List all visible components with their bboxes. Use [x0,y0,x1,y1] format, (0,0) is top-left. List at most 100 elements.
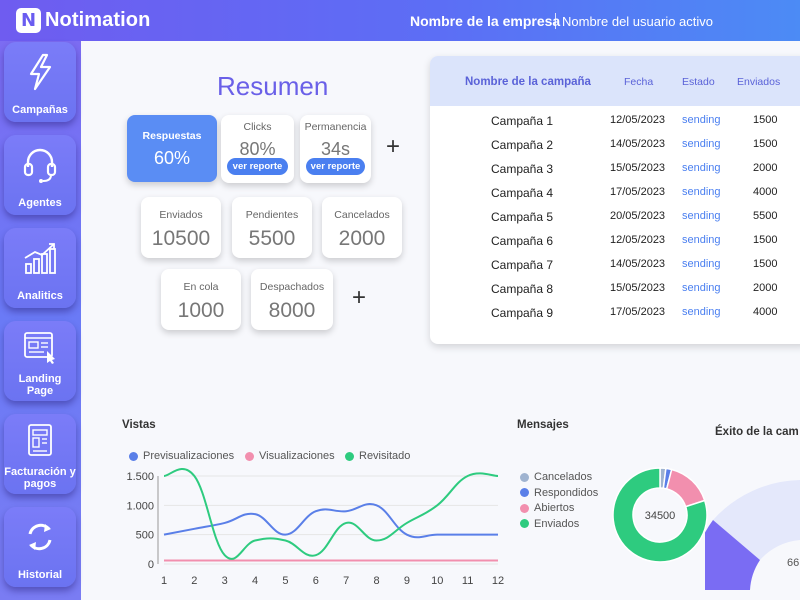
legend-previsualizaciones[interactable]: Previsualizaciones [129,450,234,462]
lightning-icon [4,52,76,92]
legend-label: Cancelados [534,471,593,483]
pendientes-value: 5500 [248,227,296,250]
sidebar-item-label: Campañas [12,104,68,116]
legend-label: Enviados [534,517,580,530]
x-tick-label: 9 [404,575,410,587]
campaign-name-cell: Campaña 1 [491,114,554,128]
permanencia-report-button[interactable]: ver reporte [306,158,365,175]
webpage-icon [4,327,76,367]
sidebar-item-historial[interactable]: Historial [4,507,76,587]
x-tick-label: 12 [492,575,504,587]
campaign-table: Nombre de la campaña Fecha Estado Enviad… [430,56,800,344]
campaign-name-cell: Campaña 9 [491,306,554,320]
campaign-date-cell: 20/05/2023 [610,210,666,222]
campaign-sent-cell: 1500 [753,114,778,126]
legend-dot-icon [520,488,529,497]
legend-respondidos[interactable]: Respondidos [520,487,598,499]
campaign-name-cell: Campaña 2 [491,138,554,152]
sidebar: Campañas Agentes Analitics Landing Page … [0,41,81,600]
campaign-date-cell: 17/05/2023 [610,306,666,318]
company-name: Nombre de la empresa [410,13,561,29]
table-row[interactable]: Campaña 1 12/05/2023 sending 1500 [430,114,800,138]
table-row[interactable]: Campaña 8 15/05/2023 sending 2000 [430,282,800,306]
legend-cancelados[interactable]: Cancelados [520,471,592,483]
legend-abiertos[interactable]: Abiertos [520,502,574,514]
legend-dot-icon [245,451,254,461]
table-row[interactable]: Campaña 5 20/05/2023 sending 5500 [430,210,800,234]
exito-value-fragment: 66 [787,557,799,569]
en-cola-label: En cola [183,281,219,293]
table-row[interactable]: Campaña 4 17/05/2023 sending 4000 [430,186,800,210]
campaign-sent-cell: 2000 [753,282,778,294]
series-line-revisitado [163,468,499,560]
x-tick-label: 2 [191,575,197,587]
enviados-value: 10500 [151,227,211,250]
sidebar-item-landing-page[interactable]: Landing Page [4,321,76,401]
table-row[interactable]: Campaña 9 17/05/2023 sending 4000 [430,306,800,330]
campaign-state-cell: sending [682,306,721,318]
y-tick-label: 1.500 [126,471,154,483]
permanencia-card: Permanencia 34s ver reporte [300,115,371,183]
campaign-state-cell: sending [682,162,721,174]
invoice-icon [4,420,76,460]
app-logo[interactable]: N Notimation [16,8,150,33]
table-row[interactable]: Campaña 3 15/05/2023 sending 2000 [430,162,800,186]
table-row[interactable]: Campaña 6 12/05/2023 sending 1500 [430,234,800,258]
table-row[interactable]: Campaña 2 14/05/2023 sending 1500 [430,138,800,162]
active-user-name[interactable]: Nombre del usuario activo [562,14,713,29]
sidebar-item-label: Facturación y pagos [4,466,76,490]
table-header: Nombre de la campaña Fecha Estado Enviad… [430,56,800,106]
legend-label: Previsualizaciones [143,450,235,462]
campaign-state-cell: sending [682,234,721,246]
add-metric-plus-icon[interactable]: + [386,135,400,159]
legend-dot-icon [520,503,529,513]
vistas-line-chart: 05001.0001.5001 2 3 4 5 6 7 8 9 10 11 12 [126,468,504,587]
x-tick-label: 11 [462,575,473,587]
y-tick-label: 500 [136,530,154,542]
column-header-name[interactable]: Nombre de la campaña [465,76,591,88]
respuestas-value: 60% [153,148,191,168]
campaign-sent-cell: 5500 [753,210,778,222]
legend-dot-icon [129,451,138,461]
sidebar-item-label: Landing Page [18,373,62,397]
campaign-state-cell: sending [682,138,721,150]
legend-label: Respondidos [534,486,599,499]
table-row[interactable]: Campaña 7 14/05/2023 sending 1500 [430,258,800,282]
permanencia-value: 34s [320,139,351,159]
sidebar-item-analitics[interactable]: Analitics [4,228,76,308]
legend-enviados[interactable]: Enviados [520,518,579,530]
clicks-report-button[interactable]: ver reporte [227,158,288,175]
x-tick-label: 3 [222,575,228,587]
campaign-state-cell: sending [682,210,721,222]
exito-title: Éxito de la cam [715,426,799,438]
respuestas-card[interactable]: Respuestas 60% [127,115,217,182]
legend-revisitado[interactable]: Revisitado [345,450,410,462]
clicks-value: 80% [239,139,276,159]
campaign-date-cell: 12/05/2023 [610,114,666,126]
pendientes-label: Pendientes [245,209,299,221]
legend-label: Revisitado [359,450,411,462]
x-tick-label: 4 [252,575,258,587]
sidebar-item-facturacion[interactable]: Facturación y pagos [4,414,76,494]
column-header-sent[interactable]: Enviados [737,76,780,88]
legend-dot-icon [520,519,529,528]
respuestas-label: Respuestas [142,130,202,142]
permanencia-label: Permanencia [304,121,367,133]
campaign-date-cell: 12/05/2023 [610,234,666,246]
campaign-sent-cell: 1500 [753,138,778,150]
campaign-date-cell: 15/05/2023 [610,282,666,294]
x-tick-label: 7 [343,575,349,587]
x-tick-label: 6 [313,575,319,587]
add-queue-metric-plus-icon[interactable]: + [352,286,366,310]
y-tick-label: 1.000 [126,500,154,512]
column-header-date[interactable]: Fecha [624,76,653,88]
sidebar-item-agentes[interactable]: Agentes [4,135,76,215]
cancelados-value: 2000 [338,227,386,250]
legend-visualizaciones[interactable]: Visualizaciones [245,450,335,462]
campaign-name-cell: Campaña 7 [491,258,554,272]
sidebar-item-campanas[interactable]: Campañas [4,42,76,122]
campaign-sent-cell: 1500 [753,234,778,246]
despachados-card: Despachados 8000 [251,269,333,330]
column-header-state[interactable]: Estado [682,76,715,88]
enviados-card: Enviados 10500 [141,197,221,258]
